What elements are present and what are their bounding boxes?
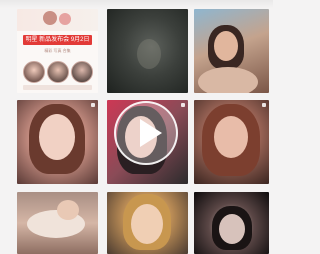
promo-banner	[17, 9, 98, 31]
tile-portrait-4[interactable]	[194, 192, 269, 254]
photo-subject-face	[131, 204, 163, 244]
promo-figure	[43, 11, 57, 25]
tile-promo[interactable]: 明星 新品发布会 9月2日 精彩 写真 合集	[17, 9, 98, 93]
multi-photo-icon	[91, 103, 95, 107]
tile-pet-photo[interactable]	[17, 192, 98, 254]
tile-portrait-3[interactable]	[107, 192, 188, 254]
photo-subject-face	[214, 31, 238, 61]
play-button[interactable]	[114, 101, 178, 165]
tile-outdoor-selfie[interactable]	[194, 9, 269, 93]
play-icon	[140, 119, 162, 147]
avatar	[23, 61, 45, 83]
tile-dark-photo[interactable]	[107, 9, 188, 93]
promo-subtitle: 精彩 写真 合集	[44, 48, 71, 53]
photo-subject-face	[39, 114, 75, 160]
promo-figure	[59, 13, 71, 25]
avatar	[47, 61, 69, 83]
multi-photo-icon	[181, 103, 185, 107]
multi-photo-icon	[262, 103, 266, 107]
promo-title: 明星 新品发布会 9月2日	[23, 35, 92, 45]
photo-subject	[57, 200, 79, 220]
photo-subject	[137, 39, 161, 69]
photo-subject-body	[198, 67, 258, 93]
photo-subject-face	[219, 214, 245, 244]
promo-footer	[23, 85, 92, 90]
photo-grid: 明星 新品发布会 9月2日 精彩 写真 合集	[0, 0, 273, 254]
avatar	[71, 61, 93, 83]
tile-portrait-1[interactable]	[17, 100, 98, 184]
tile-portrait-2[interactable]	[194, 100, 269, 184]
photo-subject-face	[214, 116, 248, 158]
